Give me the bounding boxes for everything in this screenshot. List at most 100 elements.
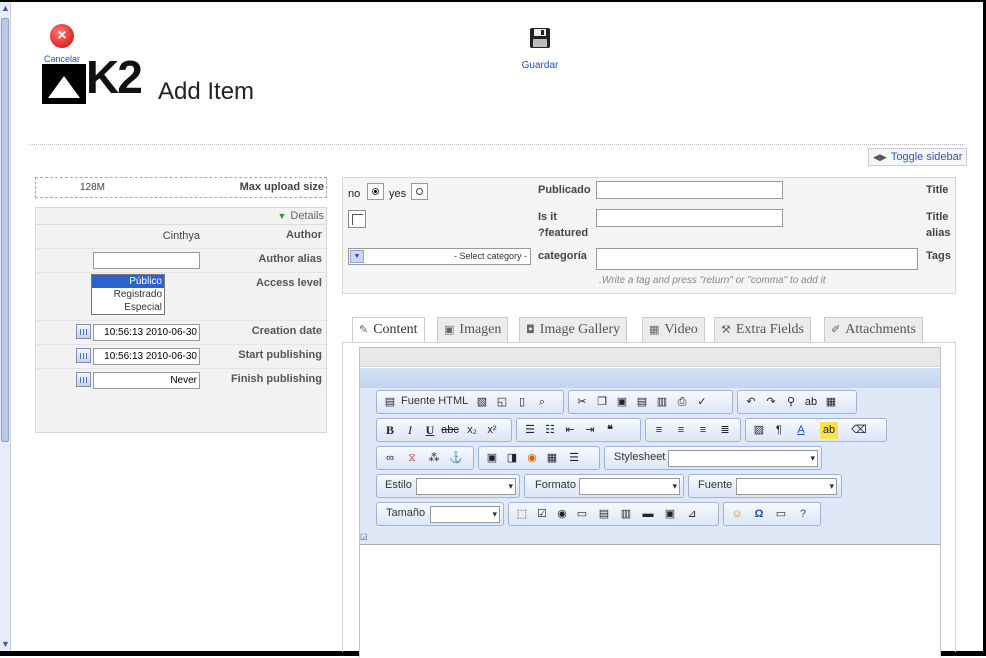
- superscript-icon[interactable]: x²: [483, 422, 501, 439]
- access-option[interactable]: Público: [92, 275, 164, 288]
- horizontal-rule-icon[interactable]: ☰: [565, 450, 583, 467]
- image-button-icon[interactable]: ▣: [661, 506, 679, 523]
- align-right-icon[interactable]: ≡: [694, 422, 712, 439]
- bidi-icon[interactable]: ¶: [770, 422, 788, 439]
- anchor-icon[interactable]: ⚓: [447, 450, 465, 467]
- new-page-icon[interactable]: ▯: [513, 394, 531, 411]
- author-alias-input[interactable]: [93, 252, 200, 269]
- access-level-select[interactable]: Público Registrado Especial: [91, 274, 165, 315]
- scrollbar-thumb[interactable]: [1, 18, 9, 442]
- numbered-list-icon[interactable]: ☰: [521, 422, 539, 439]
- text-field-icon[interactable]: ▭: [573, 506, 591, 523]
- select-all-icon[interactable]: ▦: [822, 394, 840, 411]
- italic-icon[interactable]: I: [401, 422, 419, 439]
- tab-content[interactable]: ✎ Content: [352, 317, 425, 343]
- edit-icon: ✎: [359, 323, 369, 336]
- html-source-icon[interactable]: ▤: [381, 394, 399, 411]
- calendar-icon[interactable]: [76, 372, 91, 387]
- finish-publishing-input[interactable]: [93, 372, 200, 389]
- select-field-icon[interactable]: ▥: [617, 506, 635, 523]
- tags-input[interactable]: [596, 248, 918, 270]
- hidden-link-icon[interactable]: ⁂: [425, 450, 443, 467]
- hidden-field-icon[interactable]: ⊿: [683, 506, 701, 523]
- unlink-icon[interactable]: ⧖: [403, 450, 421, 467]
- button-field-icon[interactable]: ▬: [639, 506, 657, 523]
- paste-icon[interactable]: ▣: [613, 394, 631, 411]
- creation-date-input[interactable]: [93, 324, 200, 341]
- format-select[interactable]: [579, 478, 680, 495]
- tab-extra-fields[interactable]: ⚒ Extra Fields: [714, 317, 811, 342]
- size-select[interactable]: [430, 506, 500, 523]
- vertical-scrollbar[interactable]: ▲ ▼: [0, 2, 11, 651]
- special-char-icon[interactable]: Ω: [750, 506, 768, 523]
- start-publishing-input[interactable]: [93, 348, 200, 365]
- access-option[interactable]: Especial: [92, 301, 164, 314]
- link-icon[interactable]: ∞: [381, 450, 399, 467]
- print-icon[interactable]: ⎙: [673, 394, 691, 411]
- scroll-down-icon[interactable]: ▼: [0, 638, 11, 650]
- form-icon[interactable]: ⬚: [513, 506, 531, 523]
- align-justify-icon[interactable]: ≣: [716, 422, 734, 439]
- cancel-button[interactable]: × Cancelar: [38, 24, 86, 64]
- published-no-radio[interactable]: [367, 183, 384, 200]
- collapse-toolbar-icon[interactable]: ◲: [360, 532, 368, 541]
- text-color-icon[interactable]: A: [792, 422, 810, 439]
- scroll-up-icon[interactable]: ▲: [0, 2, 11, 14]
- subscript-icon[interactable]: x₂: [463, 422, 481, 439]
- tab-attachments[interactable]: ✐ Attachments: [824, 317, 923, 342]
- calendar-icon[interactable]: [76, 348, 91, 363]
- background-color-icon[interactable]: ab: [820, 422, 838, 439]
- strikethrough-icon[interactable]: abc: [441, 422, 459, 439]
- replace-icon[interactable]: ab: [802, 394, 820, 411]
- image-icon[interactable]: ▣: [483, 450, 501, 467]
- featured-checkbox[interactable]: [348, 210, 366, 228]
- copy-icon[interactable]: ❐: [593, 394, 611, 411]
- align-center-icon[interactable]: ≡: [672, 422, 690, 439]
- div-container-icon[interactable]: ▨: [750, 422, 768, 439]
- paste-word-icon[interactable]: ▥: [653, 394, 671, 411]
- textarea-icon[interactable]: ▤: [595, 506, 613, 523]
- undo-icon[interactable]: ↶: [742, 394, 760, 411]
- find-icon[interactable]: ⚲: [782, 394, 800, 411]
- html-source-button[interactable]: Fuente HTML: [401, 395, 468, 407]
- smiley-icon[interactable]: ☺: [728, 506, 746, 523]
- category-select[interactable]: ▼ - Select category -: [348, 248, 531, 265]
- flash-icon[interactable]: ◨: [503, 450, 521, 467]
- toggle-sidebar-button[interactable]: ◀▶ Toggle sidebar: [868, 148, 968, 166]
- published-yes-radio[interactable]: [411, 183, 428, 200]
- tab-video[interactable]: ▦ Video: [642, 317, 705, 342]
- access-option[interactable]: Registrado: [92, 288, 164, 301]
- cut-icon[interactable]: ✂: [573, 394, 591, 411]
- style-select[interactable]: [416, 478, 516, 495]
- tab-image-gallery[interactable]: ◘ Image Gallery: [519, 317, 628, 342]
- remove-format-icon[interactable]: ⌫: [850, 422, 868, 439]
- bold-icon[interactable]: B: [381, 422, 399, 439]
- font-select[interactable]: [736, 478, 837, 495]
- print-preview-icon[interactable]: ⌕: [533, 394, 551, 411]
- paste-text-icon[interactable]: ▤: [633, 394, 651, 411]
- title-alias-input[interactable]: [596, 209, 783, 227]
- template-icon[interactable]: ▧: [473, 394, 491, 411]
- editor-content-area[interactable]: [360, 546, 940, 658]
- spellcheck-icon[interactable]: ✓: [693, 394, 711, 411]
- stylesheet-select[interactable]: [668, 450, 818, 467]
- radio-icon[interactable]: ◉: [553, 506, 571, 523]
- help-icon[interactable]: ?: [794, 506, 812, 523]
- align-left-icon[interactable]: ≡: [650, 422, 668, 439]
- smiley-icon[interactable]: ◉: [523, 450, 541, 467]
- bulleted-list-icon[interactable]: ☷: [541, 422, 559, 439]
- redo-icon[interactable]: ↷: [762, 394, 780, 411]
- outdent-icon[interactable]: ⇤: [561, 422, 579, 439]
- save-button[interactable]: Guardar: [517, 26, 563, 71]
- preview-icon[interactable]: ◱: [493, 394, 511, 411]
- tab-imagen[interactable]: ▣ Imagen: [437, 317, 509, 342]
- table-icon[interactable]: ▦: [543, 450, 561, 467]
- maximize-icon[interactable]: ▭: [772, 506, 790, 523]
- details-toggle[interactable]: ▼ Details: [36, 208, 326, 225]
- title-input[interactable]: [596, 181, 783, 199]
- calendar-icon[interactable]: [76, 324, 91, 339]
- checkbox-icon[interactable]: ☑: [533, 506, 551, 523]
- underline-icon[interactable]: U: [421, 422, 439, 439]
- indent-icon[interactable]: ⇥: [581, 422, 599, 439]
- blockquote-icon[interactable]: ❝: [601, 422, 619, 439]
